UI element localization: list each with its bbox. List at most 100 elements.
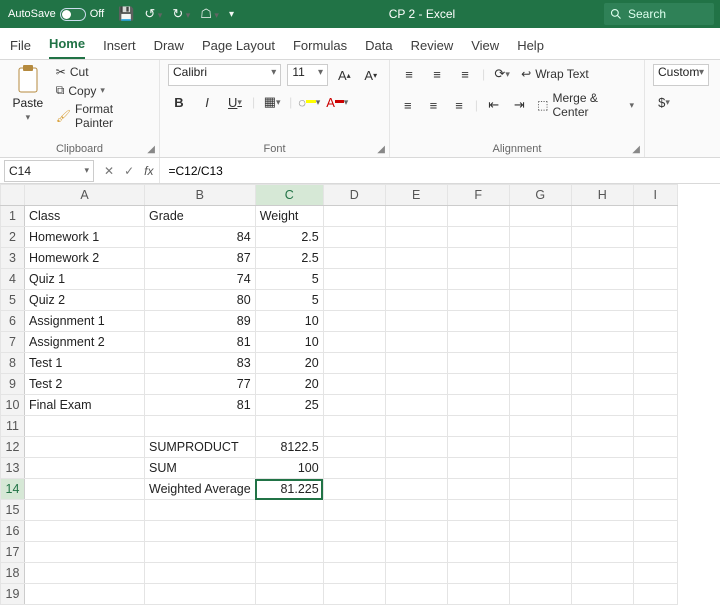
cell-B5[interactable]: 80 — [145, 290, 256, 311]
cell-C17[interactable] — [255, 542, 323, 563]
fx-icon[interactable]: fx — [144, 164, 153, 178]
cell-B3[interactable]: 87 — [145, 248, 256, 269]
row-header-13[interactable]: 13 — [1, 458, 25, 479]
cell-A4[interactable]: Quiz 1 — [25, 269, 145, 290]
copy-button[interactable]: ⧉Copy — [54, 82, 151, 99]
cell-B8[interactable]: 83 — [145, 353, 256, 374]
increase-font-icon[interactable]: A▴ — [334, 65, 354, 85]
row-header-7[interactable]: 7 — [1, 332, 25, 353]
cell-H3[interactable] — [571, 248, 633, 269]
cell-F6[interactable] — [447, 311, 509, 332]
cell-H13[interactable] — [571, 458, 633, 479]
enter-icon[interactable]: ✓ — [124, 164, 134, 178]
cell-F9[interactable] — [447, 374, 509, 395]
cell-F14[interactable] — [447, 479, 509, 500]
cell-H1[interactable] — [571, 206, 633, 227]
cell-A12[interactable] — [25, 437, 145, 458]
row-header-5[interactable]: 5 — [1, 290, 25, 311]
cell-E11[interactable] — [385, 416, 447, 437]
cell-B6[interactable]: 89 — [145, 311, 256, 332]
align-middle-icon[interactable]: ≡ — [426, 64, 448, 84]
cell-D18[interactable] — [323, 563, 385, 584]
cell-E10[interactable] — [385, 395, 447, 416]
select-all-corner[interactable] — [1, 185, 25, 206]
cell-F5[interactable] — [447, 290, 509, 311]
cell-A3[interactable]: Homework 2 — [25, 248, 145, 269]
cell-H6[interactable] — [571, 311, 633, 332]
cell-A17[interactable] — [25, 542, 145, 563]
dialog-launcher-icon[interactable]: ◢ — [632, 144, 640, 155]
cell-H14[interactable] — [571, 479, 633, 500]
cell-C4[interactable]: 5 — [255, 269, 323, 290]
cell-D4[interactable] — [323, 269, 385, 290]
cell-E15[interactable] — [385, 500, 447, 521]
dialog-launcher-icon[interactable]: ◢ — [377, 144, 385, 155]
cell-F17[interactable] — [447, 542, 509, 563]
cell-E13[interactable] — [385, 458, 447, 479]
cell-I18[interactable] — [633, 563, 677, 584]
cell-G8[interactable] — [509, 353, 571, 374]
cell-H7[interactable] — [571, 332, 633, 353]
undo-icon[interactable]: ↺ — [144, 6, 162, 22]
touch-mode-icon[interactable]: ☖ — [200, 6, 219, 22]
tab-help[interactable]: Help — [517, 32, 544, 59]
cell-H2[interactable] — [571, 227, 633, 248]
cell-B4[interactable]: 74 — [145, 269, 256, 290]
cell-A1[interactable]: Class — [25, 206, 145, 227]
cell-F19[interactable] — [447, 584, 509, 605]
row-header-6[interactable]: 6 — [1, 311, 25, 332]
cell-B14[interactable]: Weighted Average — [145, 479, 256, 500]
cell-D6[interactable] — [323, 311, 385, 332]
row-header-17[interactable]: 17 — [1, 542, 25, 563]
spreadsheet-grid[interactable]: ABCDEFGHI1ClassGradeWeight2Homework 1842… — [0, 184, 720, 605]
tab-formulas[interactable]: Formulas — [293, 32, 347, 59]
font-name-select[interactable]: Calibri — [168, 64, 281, 86]
cell-D8[interactable] — [323, 353, 385, 374]
formula-input[interactable] — [160, 158, 720, 183]
cell-D2[interactable] — [323, 227, 385, 248]
cell-A11[interactable] — [25, 416, 145, 437]
cell-G3[interactable] — [509, 248, 571, 269]
tab-file[interactable]: File — [10, 32, 31, 59]
cell-A16[interactable] — [25, 521, 145, 542]
cell-I19[interactable] — [633, 584, 677, 605]
cell-D14[interactable] — [323, 479, 385, 500]
redo-icon[interactable]: ↻ — [172, 6, 190, 22]
font-color-button[interactable]: A — [326, 92, 348, 112]
cell-F1[interactable] — [447, 206, 509, 227]
cell-G1[interactable] — [509, 206, 571, 227]
cell-C11[interactable] — [255, 416, 323, 437]
tab-insert[interactable]: Insert — [103, 32, 136, 59]
cell-G2[interactable] — [509, 227, 571, 248]
cell-F13[interactable] — [447, 458, 509, 479]
cell-E1[interactable] — [385, 206, 447, 227]
cell-I8[interactable] — [633, 353, 677, 374]
cell-G17[interactable] — [509, 542, 571, 563]
row-header-3[interactable]: 3 — [1, 248, 25, 269]
cell-B10[interactable]: 81 — [145, 395, 256, 416]
cell-A9[interactable]: Test 2 — [25, 374, 145, 395]
cell-H18[interactable] — [571, 563, 633, 584]
cell-I2[interactable] — [633, 227, 677, 248]
cell-C8[interactable]: 20 — [255, 353, 323, 374]
cell-B15[interactable] — [145, 500, 256, 521]
cell-D15[interactable] — [323, 500, 385, 521]
cancel-icon[interactable]: ✕ — [104, 164, 114, 178]
row-header-9[interactable]: 9 — [1, 374, 25, 395]
cell-F4[interactable] — [447, 269, 509, 290]
cell-C10[interactable]: 25 — [255, 395, 323, 416]
cell-I3[interactable] — [633, 248, 677, 269]
tab-view[interactable]: View — [471, 32, 499, 59]
tab-home[interactable]: Home — [49, 30, 85, 59]
cell-D12[interactable] — [323, 437, 385, 458]
cell-H17[interactable] — [571, 542, 633, 563]
row-header-12[interactable]: 12 — [1, 437, 25, 458]
row-header-19[interactable]: 19 — [1, 584, 25, 605]
cell-H11[interactable] — [571, 416, 633, 437]
col-header-A[interactable]: A — [25, 185, 145, 206]
cell-C7[interactable]: 10 — [255, 332, 323, 353]
cell-I14[interactable] — [633, 479, 677, 500]
cell-F3[interactable] — [447, 248, 509, 269]
cell-D11[interactable] — [323, 416, 385, 437]
cell-H10[interactable] — [571, 395, 633, 416]
